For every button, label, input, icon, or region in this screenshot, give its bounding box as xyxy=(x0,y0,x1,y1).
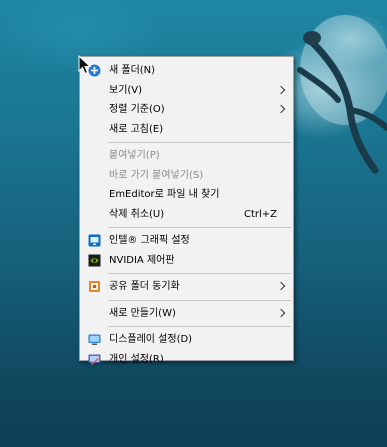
swimmer-image xyxy=(297,15,387,174)
display-icon xyxy=(88,334,101,345)
menu-item-label: 바로 가기 붙여넣기(S) xyxy=(109,169,204,181)
menu-separator xyxy=(108,142,291,143)
menu-item-label: NVIDIA 제어판 xyxy=(109,254,175,266)
menu-item-label: 새로 고침(E) xyxy=(109,123,164,135)
menu-item-label: 새 폴더(N) xyxy=(109,65,156,76)
menu-item-view[interactable]: 보기(V) xyxy=(80,81,293,101)
menu-item-emeditor-find[interactable]: EmEditor로 파일 내 찾기 xyxy=(80,185,293,205)
menu-item-sync-shared-folder[interactable]: 공유 폴더 동기화 xyxy=(80,277,293,297)
menu-separator xyxy=(108,299,291,301)
intel-graphics-icon xyxy=(88,234,101,247)
submenu-arrow-icon xyxy=(276,308,286,317)
submenu-arrow-icon xyxy=(276,104,286,114)
menu-item-label: 공유 폴더 동기화 xyxy=(109,281,180,292)
submenu-arrow-icon xyxy=(276,281,286,291)
menu-item-label: 삭제 취소(U) xyxy=(109,208,165,220)
menu-separator xyxy=(108,227,291,228)
submenu-arrow-icon xyxy=(276,85,286,94)
menu-item-refresh[interactable]: 새로 고침(E) xyxy=(80,120,293,140)
menu-item-display-settings[interactable]: 디스플레이 설정(D) xyxy=(80,330,293,350)
menu-item-nvidia-control-panel[interactable]: NVIDIA 제어판 xyxy=(80,251,293,271)
menu-item-personalize[interactable]: 개인 설정(R) xyxy=(80,350,293,370)
menu-separator xyxy=(108,326,291,327)
menu-item-label: 인텔® 그래픽 설정 xyxy=(109,235,190,246)
personalize-icon xyxy=(88,354,101,365)
menu-item-label: 새로 만들기(W) xyxy=(109,307,176,319)
menu-item-paste: 붙여넣기(P) xyxy=(80,146,293,166)
menu-item-label: 보기(V) xyxy=(109,84,143,96)
menu-item-label: 정렬 기준(O) xyxy=(109,104,165,115)
sync-folder-icon xyxy=(89,281,100,292)
menu-item-paste-shortcut: 바로 가기 붙여넣기(S) xyxy=(80,166,293,186)
menu-item-shortcut: Ctrl+Z xyxy=(243,208,277,220)
menu-item-label: 개인 설정(R) xyxy=(109,353,164,365)
menu-item-new-folder[interactable]: 새 폴더(N) xyxy=(80,61,293,81)
menu-item-sort-by[interactable]: 정렬 기준(O) xyxy=(80,100,293,120)
menu-item-label: EmEditor로 파일 내 찾기 xyxy=(109,189,220,200)
menu-separator xyxy=(108,273,291,274)
desktop-context-menu: 새 폴더(N) 보기(V) 정렬 기준(O) 새로 고침(E) 붙여넣기(P) … xyxy=(79,56,294,365)
nvidia-icon xyxy=(88,254,101,266)
menu-item-label: 붙여넣기(P) xyxy=(109,150,160,161)
menu-item-label: 디스플레이 설정(D) xyxy=(109,334,193,345)
menu-item-undo-delete[interactable]: 삭제 취소(U) Ctrl+Z xyxy=(80,205,293,225)
menu-item-new[interactable]: 새로 만들기(W) xyxy=(80,304,293,324)
mouse-pointer-icon xyxy=(78,55,92,75)
menu-item-intel-graphics[interactable]: 인텔® 그래픽 설정 xyxy=(80,231,293,251)
